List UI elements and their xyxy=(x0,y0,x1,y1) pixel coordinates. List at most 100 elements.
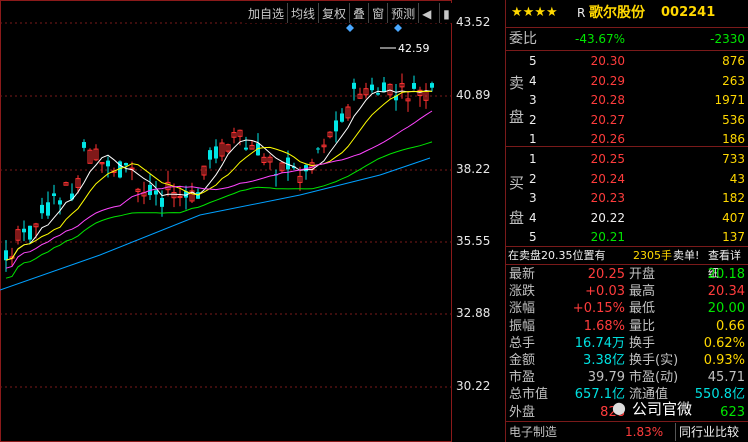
order-price: 20.23 xyxy=(590,191,625,205)
candle-body xyxy=(28,225,32,240)
quote-value: 20.00 xyxy=(707,301,745,317)
candle-body xyxy=(316,148,320,150)
quote-value: 0.93% xyxy=(703,353,745,368)
candle-body xyxy=(412,83,416,89)
quote-value: 20.18 xyxy=(707,267,745,282)
overlay-button[interactable]: 叠 xyxy=(349,3,368,23)
kline-chart[interactable]: 42.59 加自选 均线 复权 叠 窗 预测 ◀ ▮ xyxy=(0,0,457,442)
order-volume: 137 xyxy=(722,230,745,244)
order-price: 20.22 xyxy=(590,210,625,225)
ma10-line xyxy=(5,90,433,261)
marker-diamond-icon xyxy=(346,24,354,32)
order-row[interactable]: 2 20.24 43 xyxy=(505,170,748,188)
order-row[interactable]: 1 20.25 733 xyxy=(505,150,748,168)
quote-value: 16.74万 xyxy=(574,335,625,351)
quote-value: 45.71 xyxy=(707,370,745,386)
price-tick-label: 43.52 xyxy=(456,15,491,29)
rating-stars-icon: ★★★★ xyxy=(511,5,558,20)
order-row[interactable]: 3 20.28 1971 xyxy=(505,91,748,109)
watermark-text: 公司官微 xyxy=(632,400,693,418)
quote-row: 总手 16.74万 换手 0.62% xyxy=(505,335,748,353)
candle-body xyxy=(106,160,110,167)
candle-body xyxy=(430,83,434,88)
committee-diff: -2330 xyxy=(710,32,745,46)
play-arrow-icon[interactable]: ◀ xyxy=(418,3,439,23)
quote-label: 最新 xyxy=(509,267,536,282)
candle-body xyxy=(82,142,86,148)
order-volume: 876 xyxy=(722,54,745,68)
order-price: 20.29 xyxy=(590,73,625,88)
candle-body xyxy=(376,93,380,95)
quote-label: 换手 xyxy=(629,335,656,351)
order-row[interactable]: 4 20.22 407 xyxy=(505,209,748,227)
order-volume: 43 xyxy=(729,171,745,186)
wechat-icon: ● xyxy=(612,398,626,417)
stock-header: ★★★★ R 歌尔股份 002241 xyxy=(505,4,748,22)
quote-label: 开盘 xyxy=(629,267,656,282)
add-favorite-button[interactable]: 加自选 xyxy=(245,3,287,23)
order-row[interactable]: 4 20.29 263 xyxy=(505,72,748,90)
quote-label: 涨幅 xyxy=(509,301,536,317)
quote-label: 换手(实) xyxy=(629,353,679,368)
order-notice[interactable]: 在卖盘20.35位置有 2305手 卖单! 查看详细 xyxy=(505,247,748,280)
candle-body xyxy=(58,200,62,205)
candle-body xyxy=(124,162,128,166)
quote-label: 外盘 xyxy=(509,404,536,420)
order-level: 2 xyxy=(529,112,537,127)
candle-body xyxy=(370,84,374,91)
quote-value: 20.25 xyxy=(587,267,625,282)
order-row[interactable]: 5 20.30 876 xyxy=(505,52,748,70)
quote-label: 总市值 xyxy=(509,387,549,403)
quote-label: 最低 xyxy=(629,301,656,317)
window-button[interactable]: 窗 xyxy=(368,3,387,23)
committee-label: 委比 xyxy=(509,31,537,47)
moving-average-button[interactable]: 均线 xyxy=(287,3,318,23)
quote-row: 市盈 39.79 市盈(动) 45.71 xyxy=(505,369,748,387)
quote-row: 振幅 1.68% 量比 0.66 xyxy=(505,318,748,336)
quote-value: 39.79 xyxy=(587,370,625,386)
quote-row: 涨幅 +0.15% 最低 20.00 xyxy=(505,300,748,318)
quote-label: 市盈 xyxy=(509,370,536,386)
quote-value: 3.38亿 xyxy=(583,353,625,368)
price-tick-label: 40.89 xyxy=(456,88,491,102)
candle-body xyxy=(244,147,248,150)
order-price: 20.24 xyxy=(590,171,625,186)
high-price-label: 42.59 xyxy=(398,42,430,55)
order-level: 4 xyxy=(529,73,537,88)
restore-rights-button[interactable]: 复权 xyxy=(318,3,349,23)
industry-compare-button[interactable]: 同行业比较 xyxy=(675,423,739,441)
order-volume: 263 xyxy=(722,73,745,88)
quote-panel: ★★★★ R 歌尔股份 002241 委比 -43.67% -2330 卖 盘 … xyxy=(505,0,748,442)
quote-value: 0.66 xyxy=(716,318,745,334)
quote-label: 金额 xyxy=(509,353,536,368)
order-volume: 407 xyxy=(722,210,745,225)
candle-body xyxy=(208,150,212,160)
order-row[interactable]: 2 20.27 536 xyxy=(505,111,748,129)
candlestick-svg[interactable]: 42.59 xyxy=(0,0,452,442)
quote-row: 涨跌 +0.03 最高 20.34 xyxy=(505,283,748,301)
quote-row: 金额 3.38亿 换手(实) 0.93% xyxy=(505,352,748,370)
order-level: 4 xyxy=(529,210,537,225)
order-level: 2 xyxy=(529,171,537,186)
order-row[interactable]: 5 20.21 137 xyxy=(505,228,748,246)
order-level: 1 xyxy=(529,152,537,166)
chart-toolbar: 加自选 均线 复权 叠 窗 预测 ◀ ▮ xyxy=(245,3,457,23)
candle-body xyxy=(4,250,8,261)
stock-code: 002241 xyxy=(661,5,716,20)
candle-body xyxy=(154,190,158,195)
candle-body xyxy=(160,197,164,207)
candle-body xyxy=(214,146,218,159)
industry-row[interactable]: 电子制造 1.83% 同行业比较 xyxy=(505,423,748,441)
order-volume: 182 xyxy=(722,191,745,205)
quote-label: 量比 xyxy=(629,318,656,334)
candle-body xyxy=(334,120,338,132)
industry-name: 电子制造 xyxy=(509,425,558,439)
price-tick-label: 38.22 xyxy=(456,162,491,176)
order-row[interactable]: 3 20.23 182 xyxy=(505,189,748,207)
scroll-icon[interactable]: ▮ xyxy=(439,3,456,23)
quote-value: 0.62% xyxy=(703,335,745,351)
forecast-button[interactable]: 预测 xyxy=(387,3,418,23)
candle-body xyxy=(352,82,356,89)
candle-body xyxy=(40,204,44,214)
industry-change: 1.83% xyxy=(625,425,664,439)
